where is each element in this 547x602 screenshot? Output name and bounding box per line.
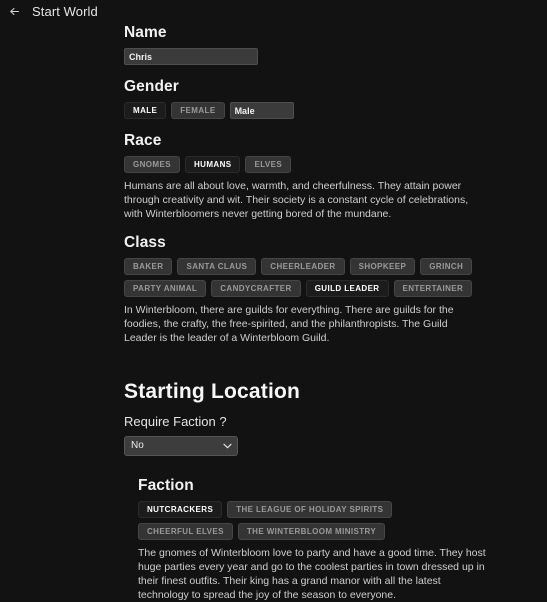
class-field-group: Class BAKER SANTA CLAUS CHEERLEADER SHOP… [124, 234, 524, 345]
name-field-group: Name [124, 24, 524, 65]
class-option-candycrafter[interactable]: CANDYCRAFTER [211, 280, 301, 297]
faction-option-winterbloom-ministry[interactable]: THE WINTERBLOOM MINISTRY [237, 522, 386, 540]
faction-option-cheerful-elves[interactable]: CHEERFUL ELVES [138, 522, 233, 540]
class-options-row-2: PARTY ANIMAL CANDYCRAFTER GUILD LEADER E… [124, 280, 524, 297]
gender-options-row: MALE FEMALE [124, 102, 524, 119]
faction-options-row-2: CHEERFUL ELVES THE WINTERBLOOM MINISTRY [138, 522, 524, 540]
class-option-grinch[interactable]: GRINCH [420, 258, 473, 275]
gender-field-group: Gender MALE FEMALE [124, 78, 524, 119]
faction-label: Faction [138, 476, 194, 494]
require-faction-label: Require Faction ? [124, 414, 227, 429]
class-option-guild-leader[interactable]: GUILD LEADER [305, 280, 389, 297]
class-label: Class [124, 234, 166, 251]
faction-option-nutcrackers[interactable]: NUTCRACKERS [138, 500, 223, 518]
require-faction-group: Require Faction ? No [124, 414, 524, 456]
class-option-baker[interactable]: BAKER [124, 258, 173, 275]
class-options-row-1: BAKER SANTA CLAUS CHEERLEADER SHOPKEEP G… [124, 258, 524, 275]
class-option-entertainer[interactable]: ENTERTAINER [393, 280, 473, 297]
race-option-elves[interactable]: ELVES [245, 156, 292, 173]
page-title: Start World [32, 3, 98, 19]
faction-options-row-1: NUTCRACKERS THE LEAGUE OF HOLIDAY SPIRIT… [138, 500, 524, 518]
race-description: Humans are all about love, warmth, and c… [124, 180, 469, 220]
name-input[interactable] [124, 48, 258, 65]
faction-option-league-of-holiday-spirits[interactable]: THE LEAGUE OF HOLIDAY SPIRITS [227, 500, 393, 518]
race-field-group: Race GNOMES HUMANS ELVES Humans are all … [124, 132, 524, 221]
race-option-humans[interactable]: HUMANS [184, 156, 241, 173]
gender-option-female[interactable]: FEMALE [171, 102, 225, 119]
class-option-shopkeep[interactable]: SHOPKEEP [349, 258, 416, 275]
class-option-cheerleader[interactable]: CHEERLEADER [261, 258, 345, 275]
gender-option-male[interactable]: MALE [124, 102, 167, 119]
gender-custom-input[interactable] [229, 102, 294, 119]
arrow-left-icon[interactable] [6, 3, 22, 19]
faction-field-group: Faction NUTCRACKERS THE LEAGUE OF HOLIDA… [138, 477, 524, 602]
top-bar: Start World [0, 0, 547, 22]
require-faction-value: No [131, 440, 144, 451]
class-option-party-animal[interactable]: PARTY ANIMAL [124, 280, 207, 297]
gender-label: Gender [124, 78, 179, 95]
starting-location-title: Starting Location [124, 380, 301, 403]
faction-description: The gnomes of Winterbloom love to party … [138, 546, 486, 601]
class-description: In Winterbloom, there are guilds for eve… [124, 304, 454, 344]
require-faction-select[interactable]: No [124, 435, 238, 456]
race-options-row: GNOMES HUMANS ELVES [124, 156, 524, 173]
class-option-santa-claus[interactable]: SANTA CLAUS [177, 258, 257, 275]
world-setup-form: Name Gender MALE FEMALE Race GNOMES HUMA… [124, 24, 524, 602]
race-option-gnomes[interactable]: GNOMES [124, 156, 180, 173]
name-label: Name [124, 24, 167, 41]
faction-spacer [124, 465, 524, 477]
race-label: Race [124, 132, 162, 149]
starting-location-section: Starting Location Require Faction ? No F… [124, 380, 524, 602]
require-faction-select-wrap: No [124, 435, 238, 456]
